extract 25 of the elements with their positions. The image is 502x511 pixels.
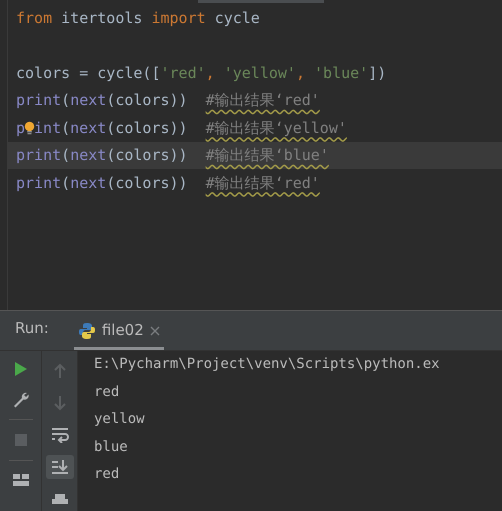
code-text: int(next(colors)) #输出结果‘yellow' [34, 118, 347, 138]
soft-wrap-icon [50, 427, 68, 443]
code-text: colors = cycle(['red', 'yellow', 'blue']) [16, 62, 386, 84]
toolbar-button[interactable] [46, 455, 74, 479]
close-icon[interactable] [150, 326, 160, 336]
scroll-to-end-icon [50, 459, 68, 475]
up-arrow-icon [52, 363, 66, 379]
layout-icon[interactable] [12, 474, 28, 486]
output-line: red [94, 382, 120, 402]
code-text: from itertools import cycle [16, 8, 260, 28]
output-line: red [94, 465, 120, 484]
python-logo-icon [78, 322, 96, 340]
run-label: Run: [15, 318, 49, 338]
scrollbar-thumb[interactable] [198, 0, 324, 3]
output-line: yellow [94, 410, 145, 430]
wrench-icon[interactable] [12, 391, 30, 409]
down-arrow-icon [52, 395, 66, 411]
code-text: print(next(colors)) #输出结果‘blue' [16, 145, 329, 166]
printer-icon [50, 494, 68, 504]
output-line: E:\Pycharm\Project\venv\Scripts\python.ex [94, 355, 440, 374]
output-line: blue [94, 438, 128, 457]
code-text: print(next(colors)) #输出结果‘red' [16, 90, 320, 111]
code-text: p [16, 118, 26, 138]
run-icon[interactable] [14, 361, 28, 377]
code-text: print(next(colors)) #输出结果‘red' [16, 172, 320, 194]
